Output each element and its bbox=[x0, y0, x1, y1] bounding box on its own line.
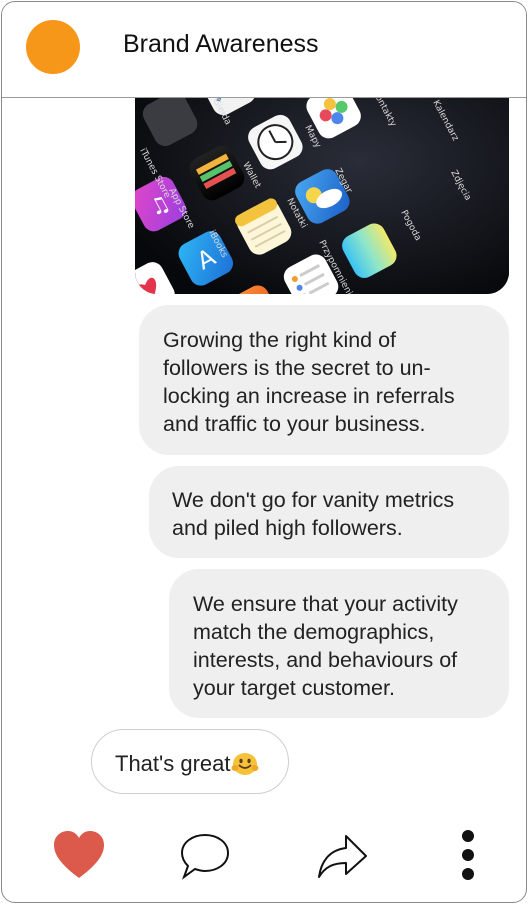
smiling-face-emoji-icon bbox=[231, 753, 259, 775]
chat-header: Brand Awareness bbox=[2, 2, 526, 98]
message-bubble: We ensure that your activity match the d… bbox=[169, 569, 509, 718]
message-text: We don't go for vanity metrics and piled… bbox=[172, 488, 455, 540]
shared-photo[interactable]: 29 ♫ bbox=[135, 72, 509, 294]
message-text: We ensure that your activity match the d… bbox=[193, 592, 458, 700]
heart-icon[interactable] bbox=[53, 828, 105, 884]
message-bubble: Growing the right kind of followers is t… bbox=[139, 305, 509, 455]
more-vertical-icon[interactable] bbox=[454, 828, 482, 884]
avatar[interactable] bbox=[26, 20, 80, 74]
phone-apps-photo: 29 ♫ bbox=[135, 72, 509, 294]
message-bubble: We don't go for vanity metrics and piled… bbox=[149, 466, 509, 558]
share-arrow-icon[interactable] bbox=[316, 828, 368, 884]
phone-frame: Brand Awareness ♫ A Giełda Mapy Kontakty… bbox=[1, 1, 527, 903]
reply-text: That's great bbox=[115, 751, 231, 776]
chat-title: Brand Awareness bbox=[123, 30, 319, 58]
reply-bubble: That's great bbox=[91, 729, 289, 794]
message-text: Growing the right kind of followers is t… bbox=[163, 328, 455, 436]
speech-bubble-icon[interactable] bbox=[179, 828, 231, 884]
